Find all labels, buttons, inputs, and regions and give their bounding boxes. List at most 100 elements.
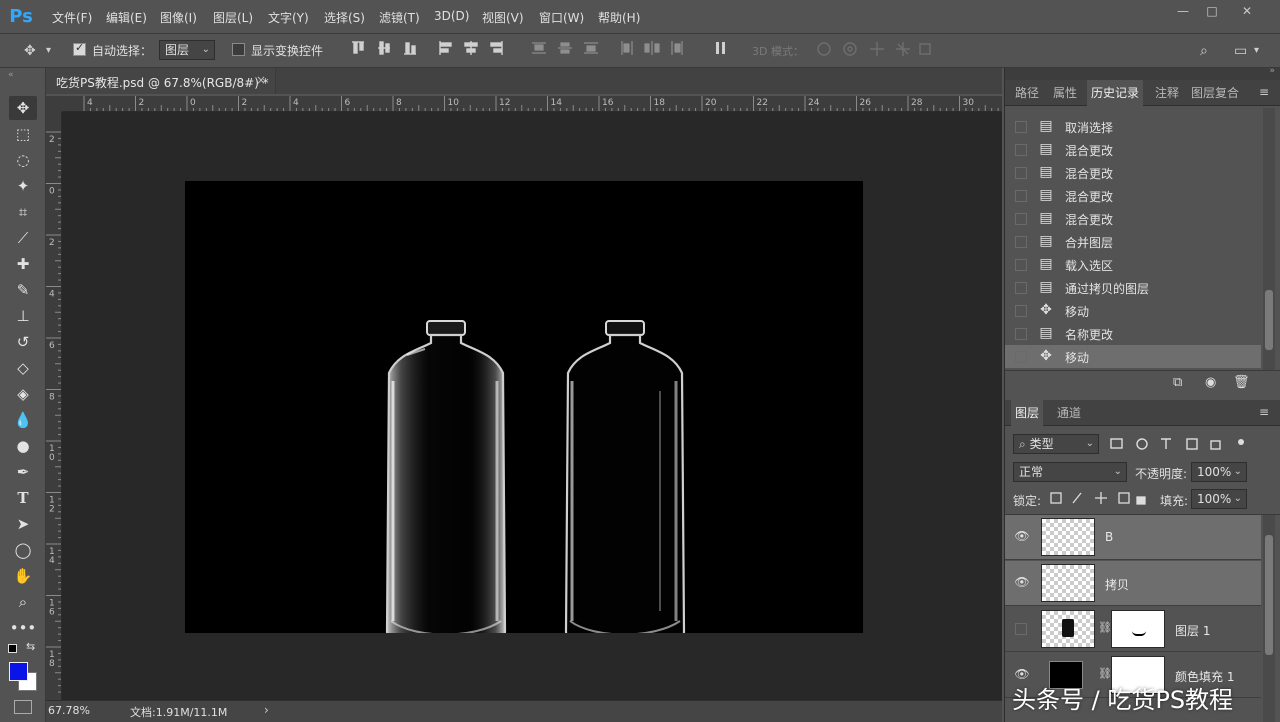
auto-select-checkbox[interactable] (73, 41, 86, 56)
move-tool-preset-icon[interactable]: ✥ (24, 42, 36, 60)
minimize-button[interactable]: — (1168, 1, 1198, 21)
move-tool-icon[interactable]: ✥ (9, 96, 37, 120)
close-window-button[interactable]: ✕ (1232, 1, 1262, 21)
history-brush-source-toggle[interactable] (1015, 259, 1027, 271)
vertical-ruler[interactable]: 2024681012141618 (46, 112, 62, 700)
fill-field[interactable]: 100% ⌄ (1191, 489, 1247, 509)
eye-visibility-icon[interactable]: 👁 (1014, 667, 1030, 681)
collapse-arrows-icon[interactable]: » (1269, 66, 1275, 76)
layer-name[interactable]: 拷贝 (1105, 576, 1129, 593)
tab-notes[interactable]: 注释 (1151, 80, 1183, 106)
layer-row-copy[interactable]: 👁 拷贝 (1005, 561, 1261, 606)
status-menu-arrow-icon[interactable]: › (264, 703, 269, 717)
menu-view[interactable]: 视图(V) (482, 9, 524, 26)
history-brush-source-toggle[interactable] (1015, 236, 1027, 248)
path-selection-tool-icon[interactable]: ➤ (9, 512, 37, 536)
history-state-row[interactable]: ▤ 名称更改 (1005, 322, 1261, 345)
history-state-row[interactable]: ▤ 混合更改 (1005, 184, 1261, 207)
history-state-row[interactable]: ▤ 混合更改 (1005, 161, 1261, 184)
eraser-tool-icon[interactable]: ◇ (9, 356, 37, 380)
layer-row-layer1[interactable]: ⛓ 图层 1 (1005, 607, 1261, 652)
menu-edit[interactable]: 编辑(E) (106, 9, 147, 26)
history-brush-source-toggle[interactable] (1015, 282, 1027, 294)
chevron-down-icon[interactable]: ▾ (46, 42, 51, 60)
history-scrollbar-thumb[interactable] (1265, 290, 1273, 350)
healing-brush-tool-icon[interactable]: ✚ (9, 252, 37, 276)
auto-select-target-select[interactable]: 图层 ⌄ (159, 40, 215, 60)
camera-snapshot-icon[interactable]: ◉ (1205, 375, 1216, 390)
search-icon[interactable]: ⌕ (1200, 42, 1208, 60)
history-brush-source-toggle[interactable] (1015, 121, 1027, 133)
history-brush-source-toggle[interactable] (1015, 167, 1027, 179)
document-tab[interactable]: 吃货PS教程.psd @ 67.8%(RGB/8#) * × (46, 68, 276, 94)
tab-history[interactable]: 历史记录 (1087, 80, 1144, 106)
menu-file[interactable]: 文件(F) (52, 9, 92, 26)
tab-channels[interactable]: 通道 (1053, 400, 1085, 426)
menu-3d[interactable]: 3D(D) (434, 9, 469, 23)
history-brush-source-toggle[interactable] (1015, 328, 1027, 340)
chain-link-icon[interactable]: ⛓ (1098, 667, 1112, 680)
panel-menu-icon[interactable]: ≡ (1259, 85, 1269, 99)
panel-menu-icon[interactable]: ≡ (1259, 405, 1269, 419)
tab-properties[interactable]: 属性 (1049, 80, 1081, 106)
tab-paths[interactable]: 路径 (1011, 80, 1043, 106)
brush-tool-icon[interactable]: ✎ (9, 278, 37, 302)
collapse-arrows-icon[interactable]: « (8, 70, 14, 80)
history-state-row[interactable]: ▤ 混合更改 (1005, 207, 1261, 230)
history-brush-tool-icon[interactable]: ↺ (9, 330, 37, 354)
history-brush-source-toggle[interactable] (1015, 305, 1027, 317)
paint-bucket-tool-icon[interactable]: ◈ (9, 382, 37, 406)
menu-help[interactable]: 帮助(H) (598, 9, 640, 26)
workspace-icon[interactable]: ▭ (1234, 42, 1247, 60)
horizontal-ruler[interactable]: 4 2 0 2 4 6 8 10 12 14 16 18 20 22 24 26 28 30 (62, 96, 1002, 112)
layer-row-b[interactable]: 👁 B (1005, 515, 1261, 560)
foreground-color-swatch[interactable] (9, 662, 28, 681)
history-state-row[interactable]: ▤ 合并图层 (1005, 230, 1261, 253)
history-scrollbar[interactable] (1263, 108, 1275, 370)
default-colors-icon[interactable] (8, 644, 17, 653)
chevron-down-icon[interactable]: ▾ (1254, 42, 1259, 60)
blend-mode-select[interactable]: 正常 ⌄ (1013, 462, 1127, 482)
quick-mask-icon[interactable] (14, 700, 32, 714)
tab-layer-comps[interactable]: 图层复合 (1187, 80, 1243, 106)
opacity-field[interactable]: 100% ⌄ (1191, 462, 1247, 482)
eyedropper-tool-icon[interactable]: ⟋ (9, 226, 37, 250)
menu-layer[interactable]: 图层(L) (213, 9, 253, 26)
layer-name[interactable]: B (1105, 530, 1113, 544)
history-state-row[interactable]: ✥ 移动 (1005, 299, 1261, 322)
clone-stamp-tool-icon[interactable]: ⊥ (9, 304, 37, 328)
menu-window[interactable]: 窗口(W) (539, 9, 584, 26)
hand-tool-icon[interactable]: ✋ (9, 564, 37, 588)
dodge-tool-icon[interactable]: ● (9, 434, 37, 458)
marquee-tool-icon[interactable]: ⬚ (9, 122, 37, 146)
ellipse-tool-icon[interactable]: ◯ (9, 538, 37, 562)
history-state-row[interactable]: ▤ 取消选择 (1005, 115, 1261, 138)
layer-name[interactable]: 图层 1 (1175, 622, 1210, 639)
new-document-from-state-icon[interactable]: ⧉ (1173, 375, 1182, 390)
show-transform-checkbox[interactable] (232, 43, 245, 56)
layer-mask-thumbnail[interactable] (1111, 610, 1165, 648)
layers-scrollbar-thumb[interactable] (1265, 535, 1273, 655)
magic-wand-tool-icon[interactable]: ✦ (9, 174, 37, 198)
chain-link-icon[interactable]: ⛓ (1098, 621, 1112, 634)
hidden-visibility-toggle[interactable] (1015, 623, 1027, 635)
close-tab-icon[interactable]: × (256, 73, 266, 87)
history-brush-source-toggle[interactable] (1015, 190, 1027, 202)
crop-tool-icon[interactable]: ⌗ (9, 200, 37, 224)
history-state-row[interactable]: ▤ 混合更改 (1005, 138, 1261, 161)
trash-icon[interactable]: 🗑 (1233, 375, 1250, 390)
history-state-row[interactable]: ▤ 通过拷贝的图层 (1005, 276, 1261, 299)
type-tool-icon[interactable]: T (9, 486, 37, 510)
history-state-row[interactable]: ✥ 移动 (1005, 345, 1261, 368)
more-tools-icon[interactable]: ••• (9, 616, 37, 640)
tab-layers[interactable]: 图层 (1011, 400, 1044, 426)
layer-filter-select[interactable]: ⌕ 类型 ⌄ (1013, 434, 1099, 454)
layers-scrollbar[interactable] (1263, 515, 1275, 722)
menu-filter[interactable]: 滤镜(T) (379, 9, 420, 26)
history-brush-source-toggle[interactable] (1015, 213, 1027, 225)
lasso-tool-icon[interactable]: ◌ (9, 148, 37, 172)
ruler-origin[interactable] (46, 96, 62, 112)
eye-visibility-icon[interactable]: 👁 (1014, 529, 1030, 543)
eye-visibility-icon[interactable]: 👁 (1014, 575, 1030, 589)
maximize-button[interactable]: □ (1197, 1, 1227, 21)
